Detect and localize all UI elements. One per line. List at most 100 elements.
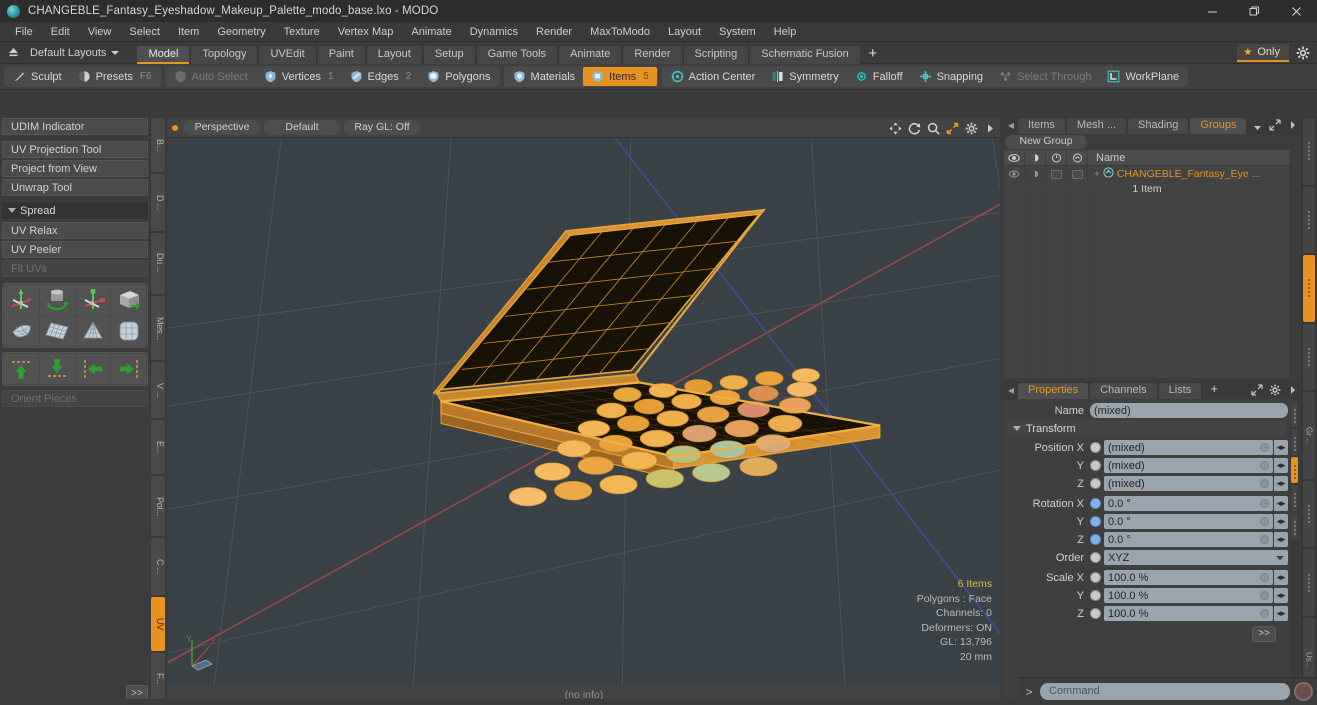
select-through-button[interactable]: Select Through	[991, 67, 1099, 86]
rotation-z-field[interactable]: 0.0 °	[1104, 532, 1273, 547]
row-select-toggle[interactable]	[1067, 166, 1088, 182]
uv-align-right-icon[interactable]	[111, 354, 146, 384]
redge-tab-1[interactable]	[1303, 118, 1315, 185]
materials-button[interactable]: Materials	[505, 67, 584, 86]
order-select[interactable]: XYZ	[1104, 550, 1288, 565]
scale-y-radio[interactable]	[1090, 590, 1101, 601]
udim-indicator-button[interactable]: UDIM Indicator	[2, 118, 148, 135]
vtab-edge[interactable]: E...	[151, 420, 165, 475]
symmetry-button[interactable]: Symmetry	[763, 67, 847, 86]
menu-maxtomodo[interactable]: MaxToModo	[581, 22, 659, 42]
command-input[interactable]: Command	[1040, 683, 1290, 700]
menu-animate[interactable]: Animate	[402, 22, 460, 42]
menu-texture[interactable]: Texture	[275, 22, 329, 42]
vtab-uv[interactable]: UV	[151, 597, 165, 651]
gear-icon[interactable]	[1268, 383, 1281, 396]
redge-tab-4[interactable]	[1303, 323, 1315, 391]
rotation-z-radio[interactable]	[1090, 534, 1101, 545]
redge-tab-active[interactable]	[1303, 255, 1315, 322]
menu-dynamics[interactable]: Dynamics	[461, 22, 527, 42]
tab-game-tools[interactable]: Game Tools	[476, 45, 558, 64]
tab-scroll-left-icon[interactable]: ◀	[1006, 117, 1016, 134]
expand-plus-glyph[interactable]: +	[1094, 169, 1100, 180]
home-up-icon[interactable]	[0, 42, 26, 64]
panel-drag-handle[interactable]	[1291, 401, 1298, 427]
uv-cylinder-unwrap-icon[interactable]	[111, 316, 146, 346]
group-list-row[interactable]: expand-plus-icon + CHANGEBLE_Fantasy_Eye…	[1004, 166, 1290, 182]
value-knob-icon[interactable]	[1260, 517, 1269, 526]
menu-layout[interactable]: Layout	[659, 22, 710, 42]
position-x-radio[interactable]	[1090, 442, 1101, 453]
uv-align-left-icon[interactable]	[75, 354, 111, 384]
position-y-stepper[interactable]: ◂▸	[1274, 458, 1288, 473]
value-knob-icon[interactable]	[1260, 479, 1269, 488]
uv-peeler-button[interactable]: UV Peeler	[2, 241, 148, 258]
selectable-icon[interactable]	[1067, 149, 1088, 166]
value-knob-icon[interactable]	[1260, 443, 1269, 452]
vertices-button[interactable]: Vertices 1	[256, 67, 342, 86]
properties-expand-button[interactable]: >>	[1252, 626, 1276, 642]
value-knob-icon[interactable]	[1260, 535, 1269, 544]
uv-move-gizmo-icon[interactable]	[4, 285, 39, 315]
order-radio[interactable]	[1090, 552, 1101, 563]
vtab-vertex[interactable]: V ...	[151, 362, 165, 419]
workplane-button[interactable]: WorkPlane	[1099, 67, 1187, 86]
viewport-3d[interactable]: Y X 6 Items Polygons : Face Channels: 0 …	[168, 138, 1000, 686]
tab-channels[interactable]: Channels	[1090, 383, 1157, 399]
rotation-x-stepper[interactable]: ◂▸	[1274, 496, 1288, 511]
uv-align-down-icon[interactable]	[39, 354, 75, 384]
position-y-field[interactable]: (mixed)	[1104, 458, 1273, 473]
tab-items[interactable]: Items	[1018, 118, 1065, 134]
falloff-button[interactable]: Falloff	[847, 67, 911, 86]
presets-button[interactable]: Presets F6	[70, 67, 160, 86]
menu-help[interactable]: Help	[765, 22, 806, 42]
value-knob-icon[interactable]	[1260, 573, 1269, 582]
rotation-y-radio[interactable]	[1090, 516, 1101, 527]
expand-icon[interactable]	[1268, 118, 1281, 131]
redge-tab-7[interactable]	[1303, 549, 1315, 616]
fit-uvs-button[interactable]: Fit UVs	[2, 260, 148, 277]
only-toggle-button[interactable]: ★ Only	[1237, 44, 1289, 62]
vtab-basic[interactable]: B...	[151, 118, 165, 172]
position-y-radio[interactable]	[1090, 460, 1101, 471]
name-field[interactable]: (mixed)	[1090, 403, 1288, 418]
scale-y-field[interactable]: 100.0 %	[1104, 588, 1273, 603]
scale-z-field[interactable]: 100.0 %	[1104, 606, 1273, 621]
tab-shading[interactable]: Shading	[1128, 118, 1189, 134]
expand-icon[interactable]	[1250, 383, 1263, 396]
maximize-button[interactable]	[1233, 0, 1275, 22]
rotation-y-field[interactable]: 0.0 °	[1104, 514, 1273, 529]
chevron-down-icon[interactable]	[1251, 121, 1264, 134]
rotation-x-field[interactable]: 0.0 °	[1104, 496, 1273, 511]
menu-select[interactable]: Select	[120, 22, 169, 42]
position-z-radio[interactable]	[1090, 478, 1101, 489]
spread-section-header[interactable]: Spread	[2, 202, 148, 219]
uv-fit-box-icon[interactable]	[111, 285, 146, 315]
vtab-polygon[interactable]: Pol...	[151, 476, 165, 537]
panel-drag-handle[interactable]	[1291, 513, 1298, 539]
prop-tab-scroll-left-icon[interactable]: ◀	[1006, 382, 1016, 399]
panel-drag-handle[interactable]	[1291, 485, 1298, 511]
tab-scripting[interactable]: Scripting	[683, 45, 749, 64]
vtab-dup[interactable]: Du ...	[151, 232, 165, 294]
scale-x-radio[interactable]	[1090, 572, 1101, 583]
uv-cone-unwrap-icon[interactable]	[75, 316, 111, 346]
add-tab-button[interactable]: +	[862, 45, 884, 64]
rotate-icon[interactable]	[907, 121, 921, 135]
uv-rotate-gizmo-icon[interactable]	[39, 285, 75, 315]
position-z-stepper[interactable]: ◂▸	[1274, 476, 1288, 491]
row-eye-toggle[interactable]	[1004, 166, 1025, 182]
selectable-checkbox[interactable]	[1071, 169, 1083, 179]
fit-view-icon[interactable]	[945, 121, 959, 135]
uv-scale-gizmo-icon[interactable]	[75, 285, 111, 315]
group-item[interactable]: expand-plus-icon + CHANGEBLE_Fantasy_Eye…	[1088, 167, 1290, 181]
rotation-y-stepper[interactable]: ◂▸	[1274, 514, 1288, 529]
uv-relax-button[interactable]: UV Relax	[2, 222, 148, 239]
vtab-command[interactable]: C ...	[151, 538, 165, 596]
position-x-field[interactable]: (mixed)	[1104, 440, 1273, 455]
value-knob-icon[interactable]	[1260, 499, 1269, 508]
scale-z-stepper[interactable]: ◂▸	[1274, 606, 1288, 621]
uv-projection-tool-button[interactable]: UV Projection Tool	[2, 141, 148, 158]
vtab-final[interactable]: F...	[151, 652, 165, 705]
redge-tab-2[interactable]	[1303, 186, 1315, 254]
